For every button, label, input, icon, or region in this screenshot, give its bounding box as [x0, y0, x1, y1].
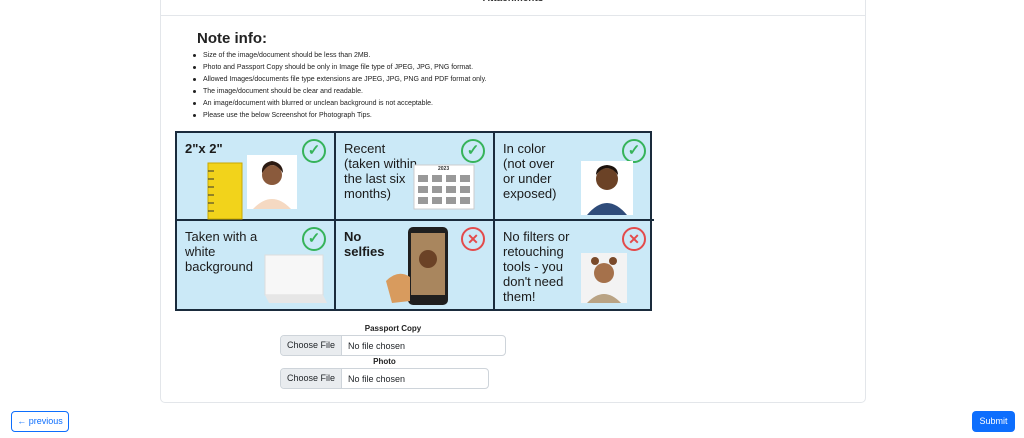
note-list: Size of the image/document should be les…	[191, 50, 487, 122]
photo-file-input[interactable]: Choose File No file chosen	[280, 368, 489, 389]
note-item: An image/document with blurred or unclea…	[191, 98, 487, 110]
calendar-year: 2023	[438, 166, 450, 172]
note-item: Size of the image/document should be les…	[191, 50, 487, 62]
file-status-text: No file chosen	[348, 340, 406, 351]
backdrop-illustration	[264, 254, 327, 303]
tip-selfies: No selfies ✕	[336, 221, 495, 309]
passport-copy-file-input[interactable]: Choose File No file chosen	[280, 335, 506, 356]
note-item: Photo and Passport Copy should be only i…	[191, 62, 487, 74]
photo-label: Photo	[373, 357, 396, 366]
submit-button[interactable]: Submit	[972, 411, 1015, 432]
note-title: Note info:	[197, 30, 267, 47]
tip-filters: No filters or retouching tools - you don…	[495, 221, 654, 309]
tip-recent: Recent (taken within the last six months…	[336, 133, 495, 221]
passport-copy-label: Passport Copy	[364, 324, 422, 333]
choose-file-button[interactable]: Choose File	[281, 336, 343, 355]
phone-selfie-illustration	[386, 227, 448, 305]
tip-size: 2"x 2" ✓	[177, 133, 336, 221]
note-item: Please use the below Screenshot for Phot…	[191, 110, 487, 122]
attachments-card: Attachments Note info: Size of the image…	[160, 0, 866, 403]
color-portrait-illustration	[581, 161, 633, 215]
ruler-portrait-illustration	[207, 155, 297, 220]
photo-tips-image: 2"x 2" ✓ Recent (taken within the last s…	[175, 131, 654, 311]
tip-background: Taken with a white background ✓	[177, 221, 336, 309]
choose-file-button[interactable]: Choose File	[281, 369, 343, 388]
filter-portrait-illustration	[581, 253, 627, 303]
previous-button[interactable]: ← previous	[11, 411, 69, 432]
tip-color: In color (not over or under exposed) ✓	[495, 133, 654, 221]
card-header: Attachments	[161, 0, 865, 16]
note-item: Allowed Images/documents file type exten…	[191, 74, 487, 86]
calendar-illustration	[413, 164, 475, 210]
file-status-text: No file chosen	[348, 373, 406, 384]
note-item: The image/document should be clear and r…	[191, 86, 487, 98]
